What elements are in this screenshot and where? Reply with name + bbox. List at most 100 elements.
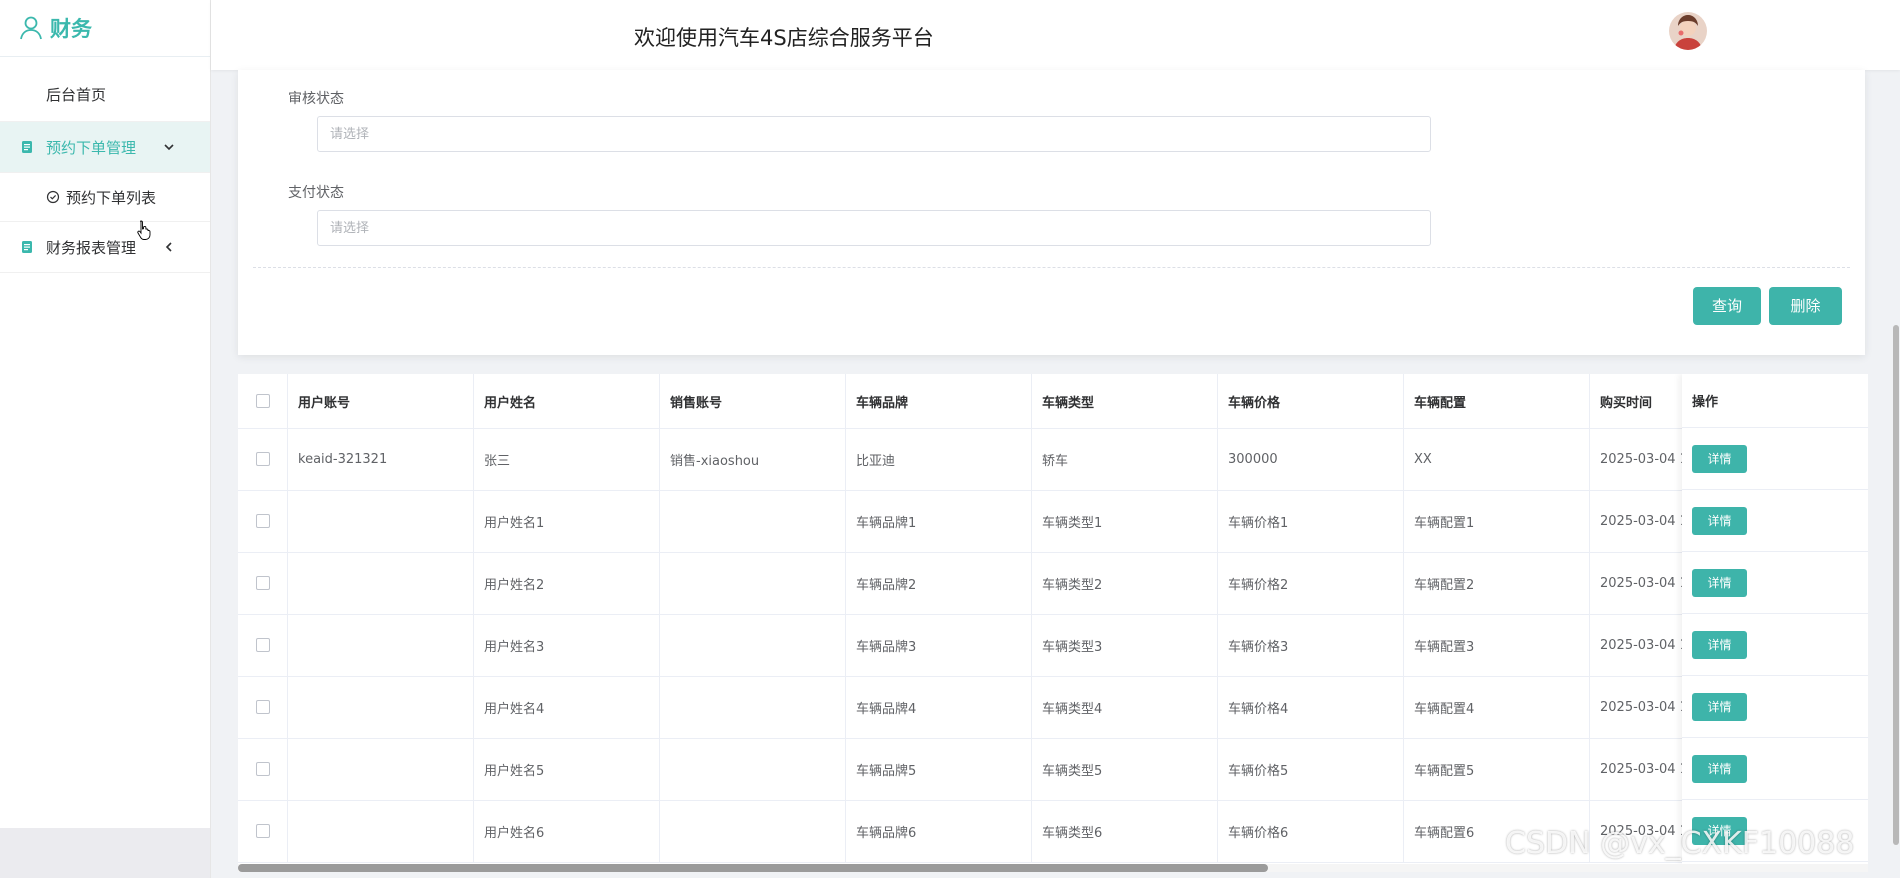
table-cell: 车辆品牌6: [846, 800, 1032, 862]
payment-status-label: 支付状态: [288, 185, 344, 201]
table-cell: 用户姓名2: [474, 552, 660, 614]
sidebar-group-booking[interactable]: 预约下单管理: [0, 122, 210, 173]
detail-button[interactable]: 详情: [1692, 692, 1747, 721]
row-checkbox[interactable]: [255, 700, 270, 714]
select-all-cell: [238, 374, 288, 428]
table-cell: 车辆类型1: [1032, 490, 1218, 552]
row-checkbox[interactable]: [255, 452, 270, 466]
table-cell: 用户姓名6: [474, 800, 660, 862]
column-header[interactable]: 用户账号: [288, 374, 474, 428]
operation-column: 操作 详情 详情 详情 详情 详情 详情 详情: [1682, 374, 1868, 864]
table-row: 用户姓名4 车辆品牌4 车辆类型4 车辆价格4 车辆配置4 2025-03-04 11: [238, 676, 1868, 739]
table-cell: [288, 614, 474, 676]
row-checkbox[interactable]: [255, 824, 270, 838]
column-header[interactable]: 车辆配置: [1404, 374, 1590, 428]
table-cell: 车辆类型5: [1032, 738, 1218, 800]
table-cell: [288, 738, 474, 800]
sidebar-brand: 财务: [0, 0, 210, 57]
row-checkbox[interactable]: [255, 638, 270, 652]
table-row: 用户姓名2 车辆品牌2 车辆类型2 车辆价格2 车辆配置2 2025-03-04 11: [238, 552, 1868, 615]
detail-button[interactable]: 详情: [1692, 754, 1747, 783]
avatar[interactable]: [1669, 12, 1707, 50]
column-header[interactable]: 车辆类型: [1032, 374, 1218, 428]
table-cell: [660, 738, 846, 800]
row-checkbox[interactable]: [255, 514, 270, 528]
table-row: 用户姓名5 车辆品牌5 车辆类型5 车辆价格5 车辆配置5 2025-03-04 11: [238, 738, 1868, 801]
column-header[interactable]: 销售账号: [660, 374, 846, 428]
table-cell: 车辆价格3: [1218, 614, 1404, 676]
detail-button[interactable]: 详情: [1692, 568, 1747, 597]
vertical-scrollbar[interactable]: [1893, 325, 1899, 845]
table-cell: [660, 490, 846, 552]
top-header: 欢迎使用汽车4S店综合服务平台: [211, 0, 1900, 70]
column-header[interactable]: 车辆价格: [1218, 374, 1404, 428]
column-header[interactable]: 用户姓名: [474, 374, 660, 428]
sidebar-item-label: 后台首页: [46, 85, 107, 104]
sidebar-item-label: 预约下单列表: [66, 188, 157, 207]
sidebar-item-home[interactable]: 后台首页: [0, 67, 210, 122]
table-cell: 用户姓名5: [474, 738, 660, 800]
watermark: CSDN @vx_CXKF10088: [1505, 826, 1855, 861]
table-cell: XX: [1404, 428, 1590, 490]
query-button[interactable]: 查询: [1693, 287, 1761, 325]
chevron-left-icon: [162, 240, 176, 254]
row-select-cell: [238, 490, 288, 552]
sidebar-group-label: 预约下单管理: [46, 138, 137, 157]
detail-button[interactable]: 详情: [1692, 444, 1747, 473]
row-checkbox[interactable]: [255, 576, 270, 590]
row-select-cell: [238, 676, 288, 738]
document-icon: [20, 240, 34, 254]
table-cell: 用户姓名4: [474, 676, 660, 738]
row-select-cell: [238, 614, 288, 676]
sidebar-group-finance-report[interactable]: 财务报表管理: [0, 222, 210, 273]
delete-button[interactable]: 删除: [1769, 287, 1842, 325]
table-cell: [660, 676, 846, 738]
table-row: 用户姓名1 车辆品牌1 车辆类型1 车辆价格1 车辆配置1 2025-03-04 11: [238, 490, 1868, 553]
table-cell: 用户姓名3: [474, 614, 660, 676]
operation-cell: 详情: [1682, 614, 1868, 676]
horizontal-scrollbar-thumb[interactable]: [238, 864, 1268, 872]
column-header[interactable]: 车辆品牌: [846, 374, 1032, 428]
detail-button[interactable]: 详情: [1692, 506, 1747, 535]
table-cell: 车辆价格2: [1218, 552, 1404, 614]
table-cell: 车辆价格5: [1218, 738, 1404, 800]
operation-cell: 详情: [1682, 738, 1868, 800]
sidebar-item-booking-list[interactable]: 预约下单列表: [0, 173, 210, 222]
hand-cursor-icon: [136, 220, 152, 240]
table-cell: 车辆价格4: [1218, 676, 1404, 738]
sidebar: 财务 后台首页 预约下单管理 预约下单列表 财务报表管理: [0, 0, 211, 878]
table-cell: 300000: [1218, 428, 1404, 490]
row-select-cell: [238, 428, 288, 490]
payment-status-select[interactable]: 请选择: [317, 210, 1431, 246]
sidebar-footer: [0, 828, 210, 878]
site-title: 欢迎使用汽车4S店综合服务平台: [634, 26, 934, 50]
table-cell: 张三: [474, 428, 660, 490]
table-cell: 车辆配置2: [1404, 552, 1590, 614]
detail-button[interactable]: 详情: [1692, 630, 1747, 659]
table-cell: 车辆品牌4: [846, 676, 1032, 738]
divider: [253, 267, 1850, 268]
table-cell: 用户姓名1: [474, 490, 660, 552]
audit-status-label: 审核状态: [288, 91, 344, 107]
table-cell: 车辆类型2: [1032, 552, 1218, 614]
operation-cell: 详情: [1682, 552, 1868, 614]
sidebar-group-label: 财务报表管理: [46, 238, 137, 257]
select-all-checkbox[interactable]: [255, 394, 270, 408]
table-cell: 车辆类型3: [1032, 614, 1218, 676]
table-cell: [660, 552, 846, 614]
table-cell: [288, 552, 474, 614]
table-cell: 车辆品牌5: [846, 738, 1032, 800]
table-cell: 比亚迪: [846, 428, 1032, 490]
table-cell: 车辆价格6: [1218, 800, 1404, 862]
operation-cell: 详情: [1682, 490, 1868, 552]
table-row: keaid-321321 张三 销售-xiaoshou 比亚迪 轿车 300000 XX 20…: [238, 428, 1868, 491]
table-cell: 车辆类型4: [1032, 676, 1218, 738]
table-cell: keaid-321321: [288, 428, 474, 490]
row-checkbox[interactable]: [255, 762, 270, 776]
table-cell: 轿车: [1032, 428, 1218, 490]
row-select-cell: [238, 552, 288, 614]
table-cell: [288, 676, 474, 738]
document-icon: [20, 140, 34, 154]
table-cell: [288, 490, 474, 552]
audit-status-select[interactable]: 请选择: [317, 116, 1431, 152]
